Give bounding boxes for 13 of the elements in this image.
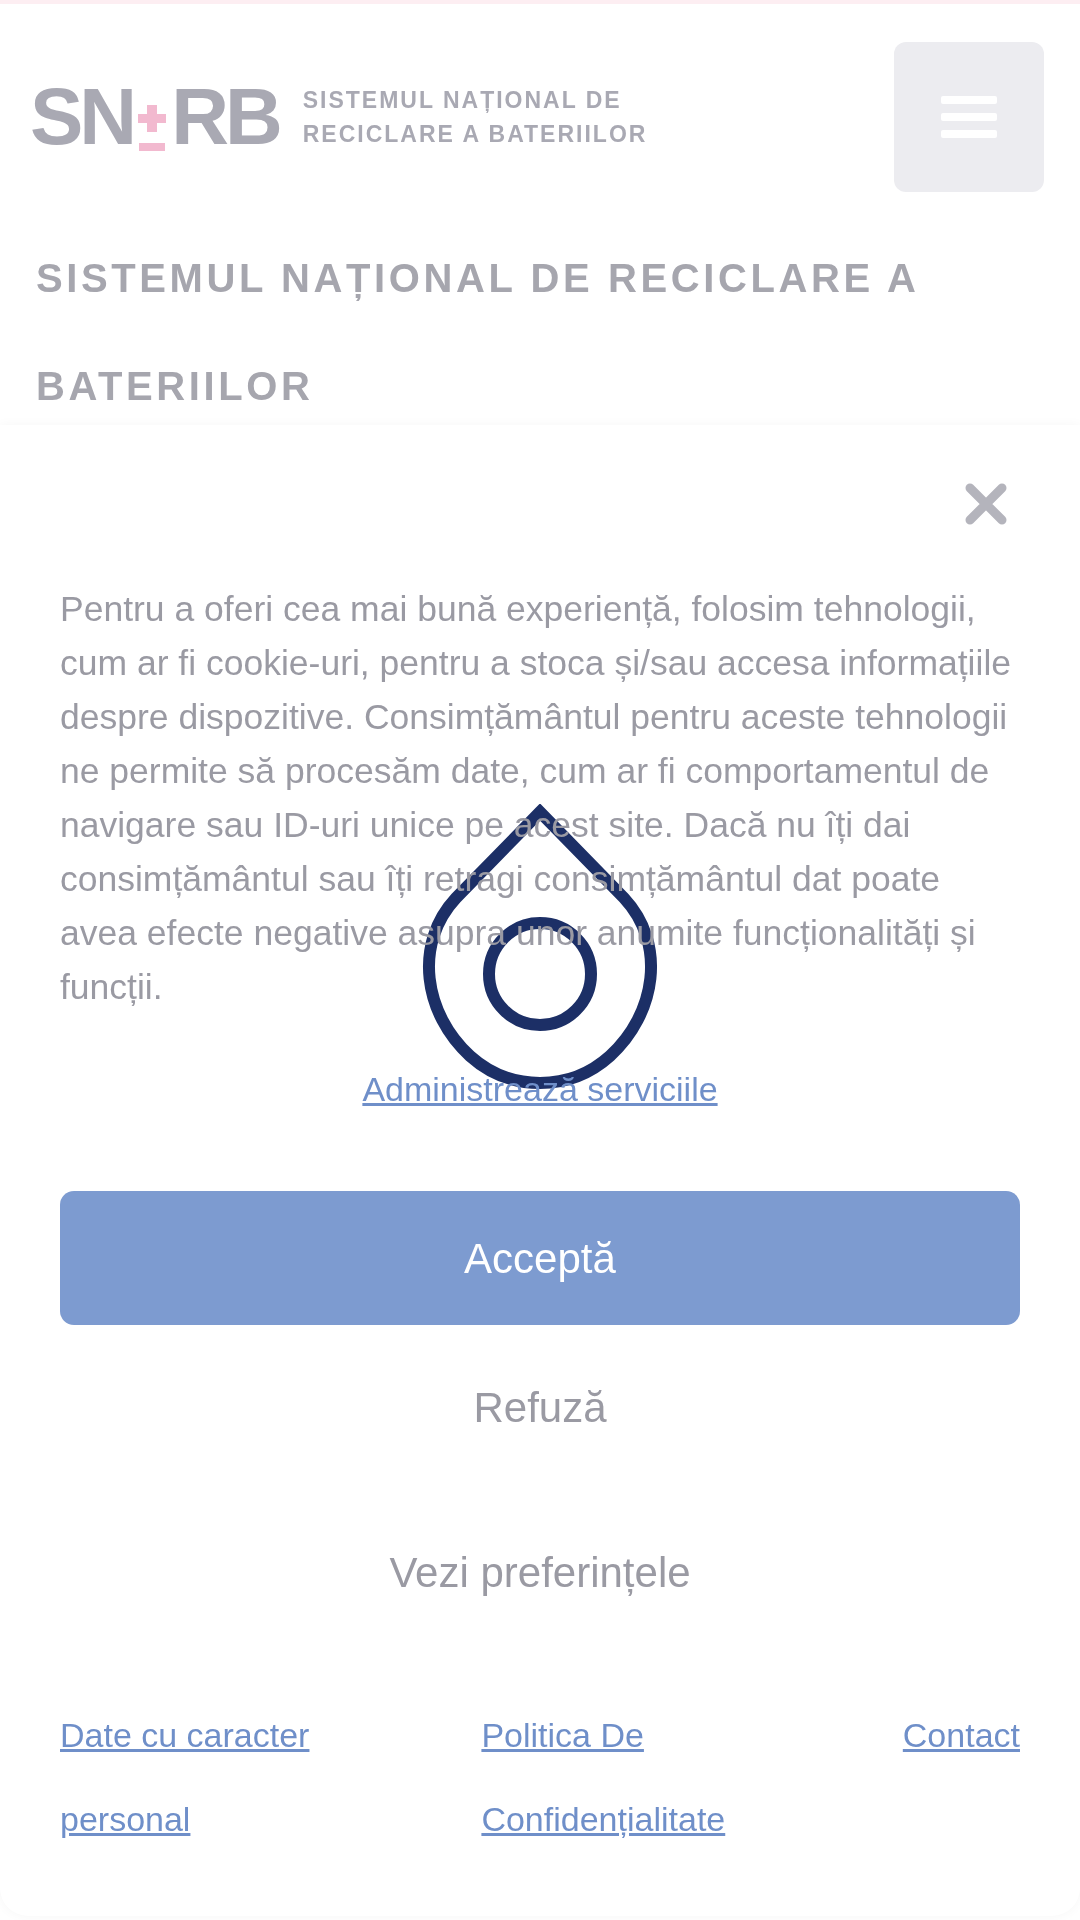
footer-link[interactable]: Date cu caracter personal <box>60 1693 360 1861</box>
logo-text: SISTEMUL NAȚIONAL DE <box>302 86 623 115</box>
text-button[interactable]: Vezi preferințele <box>60 1490 1020 1655</box>
footer-link[interactable]: Contact <box>902 1693 1020 1861</box>
logo-mark: RB <box>171 77 279 157</box>
accept-button[interactable]: Acceptă <box>60 1191 1020 1325</box>
close-icon <box>965 483 1007 525</box>
logo-text: RECICLARE A BATERIILOR <box>302 120 648 149</box>
page-title: SISTEMUL NAȚIONAL DE RECICLARE A BATERIILOR <box>35 255 919 410</box>
manage-services-link[interactable]: Administrează serviciile <box>362 1064 718 1115</box>
footer-link[interactable]: Politica De Confidențialitate <box>481 1693 782 1861</box>
logo-mark: SN <box>30 77 134 157</box>
text-button[interactable]: Refuză <box>60 1325 1020 1490</box>
